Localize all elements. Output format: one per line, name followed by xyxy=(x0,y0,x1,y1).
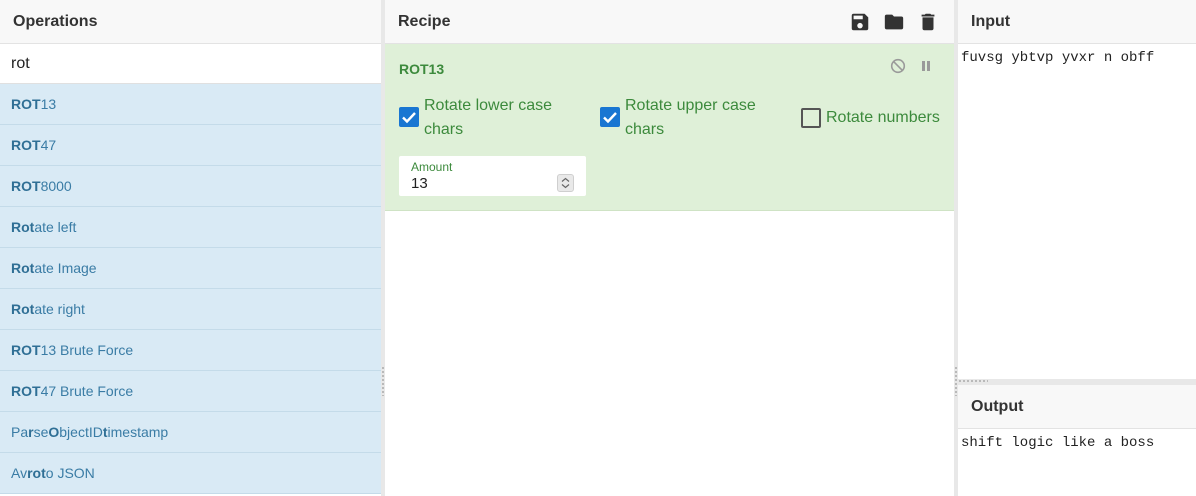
checkbox-unchecked-icon xyxy=(801,108,821,128)
op-item-avro-to-json[interactable]: Av ro to JSON xyxy=(0,453,381,494)
op-item-label: 8000 xyxy=(40,178,72,194)
pause-icon[interactable] xyxy=(918,58,934,74)
amount-value: 13 xyxy=(411,175,428,192)
op-item-label: 47 Brute Force xyxy=(40,383,134,399)
input-title: Input xyxy=(958,0,1196,44)
op-item-match: ROT xyxy=(11,137,41,153)
output-title: Output xyxy=(958,385,1196,429)
search-value: rot xyxy=(11,54,30,72)
checkbox-label: chars xyxy=(424,121,464,138)
op-item-text: bjectID xyxy=(59,424,103,440)
rotate-numbers-checkbox[interactable]: Rotate numbers xyxy=(801,106,940,130)
rotate-upper-case-checkbox[interactable]: Rotate upper case chars xyxy=(600,94,756,142)
op-item-parse-objectid-timestamp[interactable]: Pa r se ObjectID t imestamp xyxy=(0,412,381,453)
operations-pane: Operations rot ROT 13 ROT 47 ROT 8000 Rot at… xyxy=(0,0,381,496)
op-item-match: Rot xyxy=(11,260,35,276)
op-item-label: 13 xyxy=(40,96,57,112)
disable-icon[interactable] xyxy=(890,58,906,74)
recipe-title: Recipe xyxy=(398,12,451,30)
op-item-match: O xyxy=(48,424,60,440)
rotate-lower-case-checkbox[interactable]: Rotate lower case chars xyxy=(399,94,552,142)
op-item-label: 13 Brute Force xyxy=(40,342,134,358)
checkbox-label: Rotate lower case xyxy=(424,97,553,114)
input-textarea[interactable]: fuvsg ybtvp yvxr n obff xyxy=(958,44,1196,379)
op-item-match: ro xyxy=(27,465,42,481)
op-item-label: ate right xyxy=(34,301,85,317)
op-item-label: 47 xyxy=(40,137,57,153)
output-textarea[interactable]: shift logic like a boss xyxy=(958,429,1196,457)
op-item-match: Rot xyxy=(11,301,35,317)
op-item-text: Pa xyxy=(11,424,29,440)
recipe-operation-rot13[interactable]: ROT13 Rotate lower case chars Rotate upp… xyxy=(385,44,954,211)
op-item-rotate-left[interactable]: Rot ate left xyxy=(0,207,381,248)
input-text: fuvsg ybtvp yvxr n obff xyxy=(961,50,1155,66)
op-item-text: se xyxy=(33,424,49,440)
save-icon[interactable] xyxy=(849,11,871,33)
checkbox-checked-icon xyxy=(399,107,419,127)
amount-label: Amount xyxy=(411,160,453,174)
checkbox-checked-icon xyxy=(600,107,620,127)
op-item-rot13[interactable]: ROT 13 xyxy=(0,84,381,125)
op-item-rot8000[interactable]: ROT 8000 xyxy=(0,166,381,207)
recipe-pane: Recipe ROT13 Rotate lower case chars Rot… xyxy=(385,0,954,496)
op-item-match: ROT xyxy=(11,96,41,112)
op-item-rot47[interactable]: ROT 47 xyxy=(0,125,381,166)
op-item-match: ROT xyxy=(11,178,41,194)
operation-name: ROT13 xyxy=(399,61,445,77)
input-output-resize-handle[interactable] xyxy=(958,379,1196,385)
io-pane: Input fuvsg ybtvp yvxr n obff Output shi… xyxy=(958,0,1196,496)
checkbox-label: chars xyxy=(625,121,665,138)
op-item-rot13-brute-force[interactable]: ROT 13 Brute Force xyxy=(0,330,381,371)
checkbox-label: Rotate upper case xyxy=(625,97,756,114)
op-item-label: ate left xyxy=(34,219,77,235)
op-item-match: ROT xyxy=(11,342,41,358)
op-item-label: ate Image xyxy=(34,260,97,276)
op-item-rotate-right[interactable]: Rot ate right xyxy=(0,289,381,330)
amount-stepper[interactable] xyxy=(557,174,574,192)
recipe-header: Recipe xyxy=(385,0,954,44)
folder-icon[interactable] xyxy=(883,11,905,33)
operations-search-input[interactable]: rot xyxy=(0,44,381,84)
operations-title: Operations xyxy=(0,0,381,44)
op-item-text: o JSON xyxy=(45,465,95,481)
op-item-rotate-image[interactable]: Rot ate Image xyxy=(0,248,381,289)
amount-field[interactable]: Amount 13 xyxy=(399,156,586,196)
trash-icon[interactable] xyxy=(917,11,939,33)
op-item-match: ROT xyxy=(11,383,41,399)
op-item-text: Av xyxy=(11,465,28,481)
op-item-match: Rot xyxy=(11,219,35,235)
output-text: shift logic like a boss xyxy=(961,435,1155,451)
op-item-text: imestamp xyxy=(107,424,169,440)
checkbox-label: Rotate numbers xyxy=(826,109,940,126)
op-item-rot47-brute-force[interactable]: ROT 47 Brute Force xyxy=(0,371,381,412)
